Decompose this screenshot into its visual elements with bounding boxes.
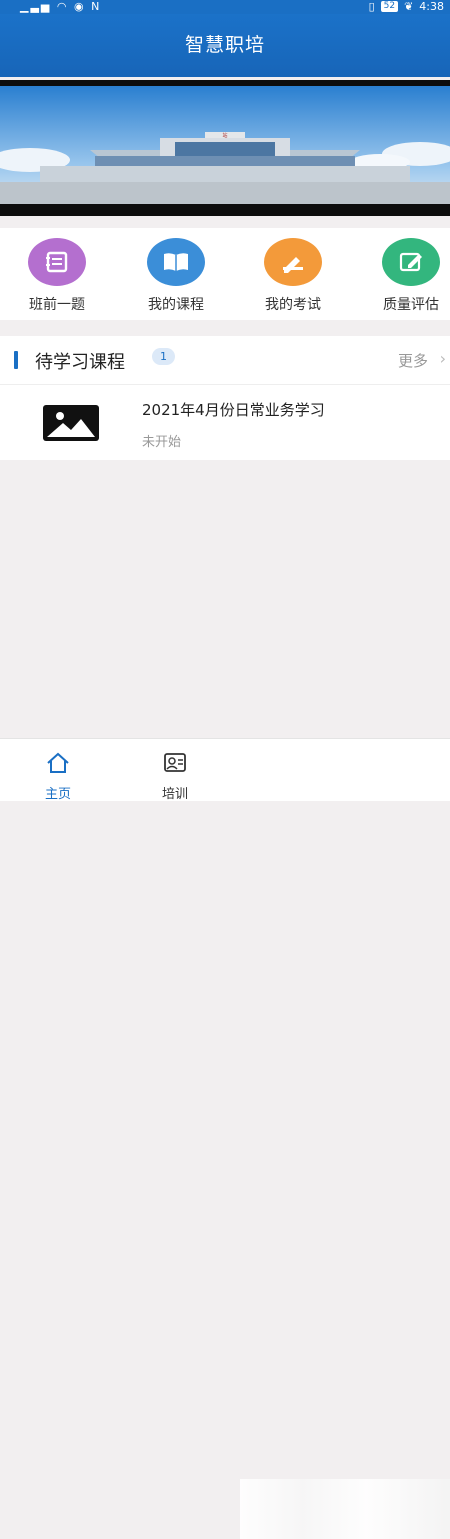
edit-note-icon <box>382 238 440 286</box>
quick-action-pre-shift-question[interactable]: 班前一题 <box>12 238 102 314</box>
home-icon <box>47 752 69 773</box>
banner-image[interactable]: 站 <box>0 80 450 216</box>
image-placeholder-icon <box>43 405 99 441</box>
course-list-item[interactable]: 2021年4月份日常业务学习 未开始 <box>0 385 450 461</box>
pen-paper-icon <box>264 238 322 286</box>
section-accent-bar <box>14 351 18 369</box>
training-icon <box>164 753 186 772</box>
tab-home[interactable]: 主页 <box>28 751 88 802</box>
quick-action-label: 我的考试 <box>265 297 321 313</box>
chevron-right-icon[interactable]: › <box>440 349 446 368</box>
tab-label: 培训 <box>161 787 188 802</box>
quick-action-quality-assessment[interactable]: 质量评估 <box>366 238 450 314</box>
svg-text:站: 站 <box>222 132 227 139</box>
bottom-tab-bar: 主页 培训 <box>0 738 450 1539</box>
count-badge: 1 <box>152 348 175 365</box>
status-icons: ▁▃▅ ◠ ◉ N <box>20 0 102 13</box>
leaf-icon: ❦ <box>404 0 414 13</box>
course-status: 未开始 <box>142 435 182 450</box>
more-link[interactable]: 更多 <box>398 350 428 371</box>
course-title: 2021年4月份日常业务学习 <box>142 401 325 419</box>
tab-training[interactable]: 培训 <box>145 751 205 802</box>
clock-time: 4:38 <box>419 0 444 13</box>
quick-action-label: 班前一题 <box>29 297 85 313</box>
pending-courses-section: 待学习课程 1 更多 › 2021年4月份日常业务学习 未开始 <box>0 336 450 460</box>
vibrate-icon: ▯ <box>368 0 375 13</box>
app-header: 智慧职培 <box>0 14 450 77</box>
notes-icon <box>28 238 86 286</box>
quick-action-label: 我的课程 <box>148 297 204 313</box>
status-bar: ▁▃▅ ◠ ◉ N ▯ 52 ❦ 4:38 <box>0 0 450 14</box>
page-title: 智慧职培 <box>184 34 265 56</box>
section-header: 待学习课程 1 更多 › <box>0 336 450 385</box>
quick-action-my-courses[interactable]: 我的课程 <box>131 238 221 314</box>
battery-indicator: 52 <box>380 1 399 12</box>
quick-actions: 班前一题 我的课程 我的考试 质量评估 <box>0 228 450 320</box>
station-illustration: 站 <box>0 86 450 216</box>
obscured-area <box>240 1479 450 1539</box>
tab-label: 主页 <box>44 787 71 802</box>
quick-action-label: 质量评估 <box>383 297 439 313</box>
section-title: 待学习课程 <box>35 352 125 373</box>
quick-action-my-exams[interactable]: 我的考试 <box>248 238 338 314</box>
book-icon <box>147 238 205 286</box>
